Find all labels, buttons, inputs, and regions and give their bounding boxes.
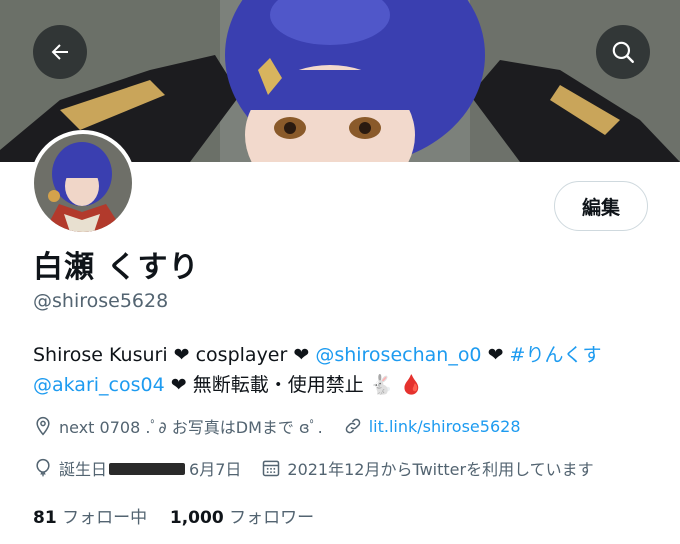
profile-bio: Shirose Kusuri ❤ cosplayer ❤ @shirosecha… xyxy=(33,340,653,400)
redacted-birth-year xyxy=(109,463,186,475)
bio-mention-link[interactable]: @akari_cos04 xyxy=(33,374,165,396)
website-link[interactable]: lit.link/shirose5628 xyxy=(369,417,521,436)
bio-hashtag-link[interactable]: #りんくす xyxy=(510,344,602,366)
bio-text: Shirose Kusuri ❤ cosplayer ❤ xyxy=(33,344,316,366)
display-name: 白瀬 くすり xyxy=(33,250,200,285)
location-pin-icon xyxy=(36,416,50,436)
location-text: next 0708 .ﾟ∂ お写真はDMまで ɞﾟ. xyxy=(59,418,323,437)
user-handle: @shirose5628 xyxy=(33,290,169,312)
arrow-left-icon xyxy=(51,44,68,60)
followers-label: フォロワー xyxy=(229,508,315,528)
bio-mention-link[interactable]: @shirosechan_o0 xyxy=(315,344,481,366)
avatar[interactable] xyxy=(30,130,136,236)
following-label: フォロー中 xyxy=(62,508,148,528)
edit-profile-button[interactable]: 編集 xyxy=(554,181,648,231)
following-link[interactable]: 81 フォロー中 xyxy=(33,508,147,528)
calendar-icon xyxy=(263,460,280,477)
followers-count: 1,000 xyxy=(169,508,224,528)
back-button[interactable] xyxy=(33,25,87,79)
birthday-date: 6月7日 xyxy=(189,460,242,479)
avatar-photo xyxy=(34,134,132,232)
bio-text: ❤ xyxy=(481,344,510,366)
link-icon xyxy=(345,418,361,434)
bio-text: ❤ 無断転載・使用禁止 🐇 🩸 xyxy=(164,374,424,396)
search-icon xyxy=(612,41,634,63)
birthday-prefix: 誕生日 xyxy=(59,460,108,479)
balloon-icon xyxy=(36,458,50,477)
search-button[interactable] xyxy=(596,25,650,79)
follow-stats: 81 フォロー中 1,000 フォロワー xyxy=(33,503,314,528)
profile-meta-row: 誕生日 6月7日 2021年12月からTwitterを利用しています xyxy=(33,456,594,480)
joined-date: 2021年12月からTwitterを利用しています xyxy=(287,460,594,479)
followers-link[interactable]: 1,000 フォロワー xyxy=(170,508,314,528)
following-count: 81 xyxy=(33,508,57,528)
profile-meta-row: next 0708 .ﾟ∂ お写真はDMまで ɞﾟ. lit.link/shir… xyxy=(33,414,521,438)
